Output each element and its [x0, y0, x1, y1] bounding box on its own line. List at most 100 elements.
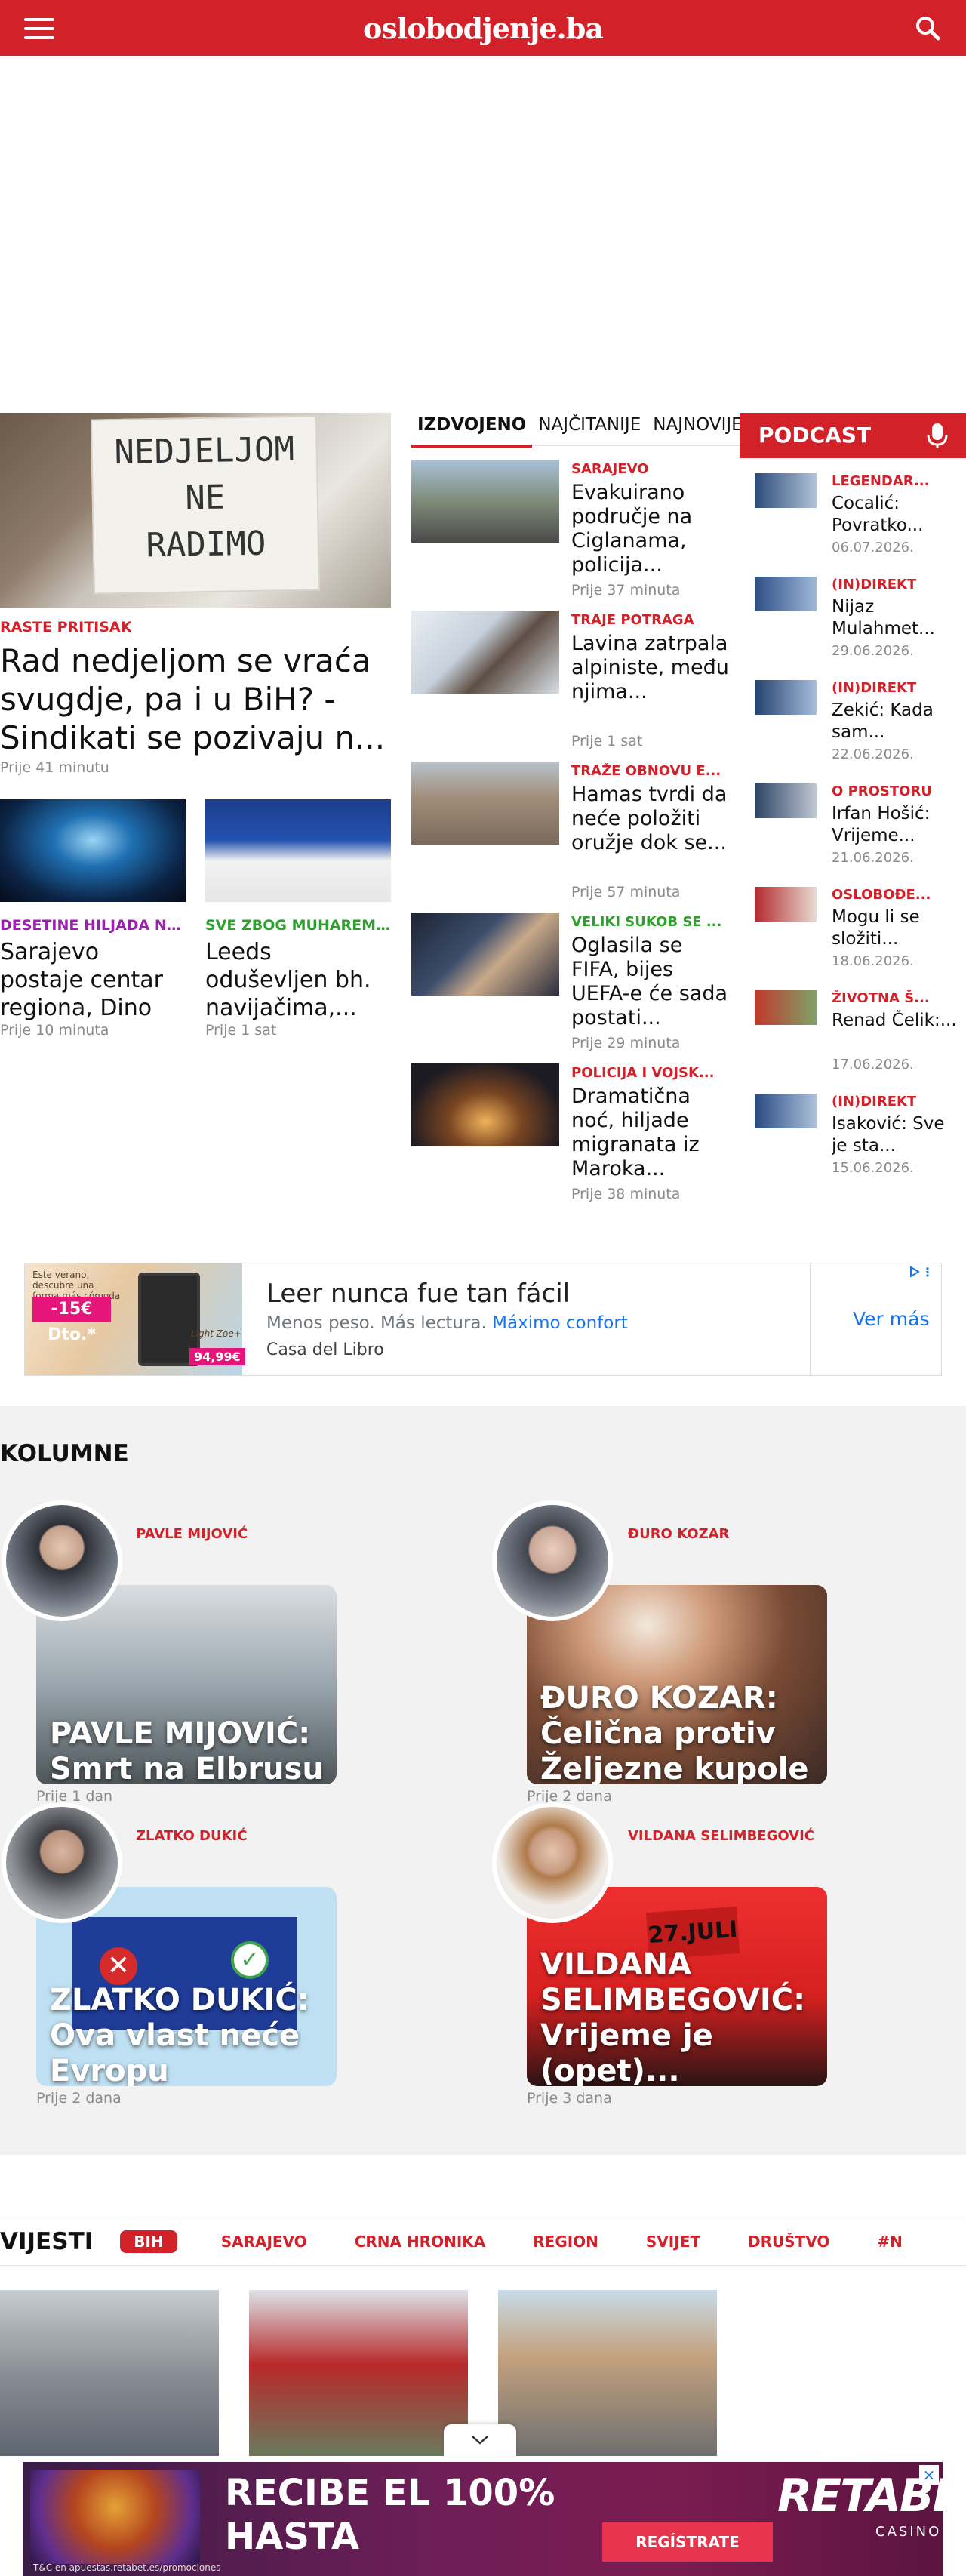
- featured-item[interactable]: SARAJEVO Evakuirano područje na Ciglanam…: [411, 460, 732, 611]
- lead-story-image[interactable]: NEDJELJOM NE RADIMO: [0, 413, 391, 608]
- ad-legal-text[interactable]: T&C en apuestas.retabet.es/promociones: [33, 2562, 221, 2573]
- ad-cta-button[interactable]: Ver más ›: [810, 1263, 941, 1442]
- small-card-image[interactable]: [205, 799, 391, 902]
- category-svijet[interactable]: SVIJET: [646, 2233, 700, 2251]
- column-author[interactable]: ZLATKO DUKIĆ: [136, 1828, 247, 1844]
- category-crna-hronika[interactable]: CRNA HRONIKA: [355, 2233, 486, 2251]
- tab-najcitanije[interactable]: NAJČITANIJE: [532, 413, 647, 448]
- podcast-kicker[interactable]: LEGENDAR...: [832, 473, 960, 489]
- podcast-title-item[interactable]: Irfan Hošić: Vrijeme...: [832, 803, 960, 847]
- tab-najnovije[interactable]: NAJNOVIJE: [647, 413, 740, 448]
- featured-title[interactable]: Hamas tvrdi da neće položiti oružje dok …: [571, 783, 730, 881]
- ad-image[interactable]: Este verano, descubre una forma más cómo…: [25, 1263, 245, 1375]
- category-sarajevo[interactable]: SARAJEVO: [221, 2233, 307, 2251]
- featured-thumb[interactable]: [411, 460, 559, 543]
- podcast-item[interactable]: O PROSTORU Irfan Hošić: Vrijeme... 21.06…: [740, 783, 966, 882]
- lead-kicker[interactable]: RASTE PRITISAK: [0, 619, 131, 636]
- ad-banner-casadellibro[interactable]: Este verano, descubre una forma más cómo…: [24, 1263, 942, 1442]
- podcast-item[interactable]: (IN)DIREKT Zekić: Kada sam... 22.06.2026…: [740, 680, 966, 778]
- small-card-kicker[interactable]: SVE ZBOG MUHAREMO...: [205, 917, 391, 934]
- podcast-thumb[interactable]: [755, 577, 817, 611]
- small-card-title[interactable]: Leeds oduševljen bh. navijačima,...: [205, 938, 391, 1022]
- featured-thumb[interactable]: [411, 762, 559, 845]
- podcast-kicker[interactable]: O PROSTORU: [832, 783, 960, 799]
- author-avatar[interactable]: [2, 1500, 122, 1621]
- podcast-thumb[interactable]: [755, 680, 817, 715]
- podcast-kicker[interactable]: (IN)DIREKT: [832, 577, 960, 592]
- podcast-kicker[interactable]: (IN)DIREKT: [832, 1094, 960, 1109]
- featured-kicker[interactable]: TRAJE POTRAGA: [571, 612, 730, 628]
- podcast-kicker[interactable]: (IN)DIREKT: [832, 680, 960, 696]
- news-image[interactable]: [0, 2290, 219, 2456]
- podcast-header[interactable]: PODCAST: [740, 413, 966, 458]
- podcast-title-item[interactable]: Isaković: Sve je sta...: [832, 1113, 960, 1157]
- featured-title[interactable]: Evakuirano područje na Ciglanama, polici…: [571, 481, 730, 579]
- category-region[interactable]: REGION: [533, 2233, 598, 2251]
- featured-title[interactable]: Lavina zatrpala alpiniste, među njima...: [571, 632, 730, 730]
- author-avatar[interactable]: [492, 1802, 613, 1923]
- register-button[interactable]: REGÍSTRATE: [602, 2522, 773, 2562]
- search-icon[interactable]: [913, 14, 942, 42]
- featured-item[interactable]: TRAŽE OBNOVU E... Hamas tvrdi da neće po…: [411, 762, 732, 913]
- column-caption[interactable]: ZLATKO DUKIĆ: Ova vlast neće Evropu: [50, 1983, 328, 2086]
- podcast-item[interactable]: OSLOBOĐE... Mogu li se složiti... 18.06.…: [740, 887, 966, 985]
- podcast-thumb[interactable]: [755, 887, 817, 922]
- small-card-kicker[interactable]: DESETINE HILJADA NA...: [0, 917, 186, 934]
- podcast-thumb[interactable]: [755, 990, 817, 1025]
- featured-kicker[interactable]: POLICIJA I VOJSK...: [571, 1065, 730, 1081]
- podcast-title-item[interactable]: Mogu li se složiti...: [832, 906, 960, 950]
- author-avatar[interactable]: [2, 1802, 122, 1923]
- podcast-kicker[interactable]: OSLOBOĐE...: [832, 887, 960, 903]
- featured-thumb[interactable]: [411, 913, 559, 996]
- small-card-title[interactable]: Sarajevo postaje centar regiona, Dino Me…: [0, 938, 186, 1022]
- column-caption[interactable]: PAVLE MIJOVIĆ: Smrt na Elbrusu: [50, 1716, 328, 1784]
- podcast-title-item[interactable]: Zekić: Kada sam...: [832, 700, 960, 743]
- news-image[interactable]: [249, 2290, 468, 2456]
- ad-banner-retabet[interactable]: RECIBE EL 100% HASTA REGÍSTRATE RETABET …: [23, 2462, 943, 2576]
- podcast-title-item[interactable]: Renad Čelik:...: [832, 1010, 960, 1054]
- ad-headline[interactable]: RECIBE EL 100% HASTA: [225, 2471, 555, 2559]
- column-author[interactable]: VILDANA SELIMBEGOVIĆ: [628, 1828, 814, 1844]
- adchoices-icon[interactable]: [909, 1266, 920, 1277]
- featured-thumb[interactable]: [411, 611, 559, 694]
- ad-options-icon[interactable]: ⋮: [921, 1265, 934, 1279]
- column-author[interactable]: ĐURO KOZAR: [628, 1526, 729, 1542]
- lead-title[interactable]: Rad nedjeljom se vraća svugdje, pa i u B…: [0, 642, 391, 757]
- category-drustvo[interactable]: DRUŠTVO: [748, 2233, 829, 2251]
- ad-headline[interactable]: Leer nunca fue tan fácil: [266, 1279, 570, 1309]
- podcast-title-item[interactable]: Cocalić: Povratko...: [832, 493, 960, 537]
- featured-item[interactable]: VELIKI SUKOB SE ... Oglasila se FIFA, bi…: [411, 913, 732, 1063]
- podcast-item[interactable]: ŽIVOTNA Š... Renad Čelik:... 17.06.2026.: [740, 990, 966, 1088]
- small-card-image[interactable]: [0, 799, 186, 902]
- column-author[interactable]: PAVLE MIJOVIĆ: [136, 1526, 248, 1542]
- podcast-title-item[interactable]: Nijaz Mulahmet...: [832, 596, 960, 640]
- news-image[interactable]: [498, 2290, 717, 2456]
- category-bih[interactable]: BIH: [120, 2230, 177, 2253]
- featured-title[interactable]: Dramatična noć, hiljade migranata iz Mar…: [571, 1085, 730, 1183]
- tab-izdvojeno[interactable]: IZDVOJENO: [411, 413, 533, 448]
- featured-kicker[interactable]: SARAJEVO: [571, 461, 730, 477]
- featured-item[interactable]: TRAJE POTRAGA Lavina zatrpala alpiniste,…: [411, 611, 732, 762]
- featured-item[interactable]: POLICIJA I VOJSK... Dramatična noć, hilj…: [411, 1063, 732, 1214]
- podcast-item[interactable]: (IN)DIREKT Nijaz Mulahmet... 29.06.2026.: [740, 577, 966, 675]
- featured-kicker[interactable]: VELIKI SUKOB SE ...: [571, 914, 730, 930]
- category-more[interactable]: #N: [877, 2233, 903, 2251]
- podcast-kicker[interactable]: ŽIVOTNA Š...: [832, 990, 960, 1006]
- podcast-item[interactable]: (IN)DIREKT Isaković: Sve je sta... 15.06…: [740, 1094, 966, 1192]
- close-icon[interactable]: ×: [919, 2465, 939, 2485]
- featured-kicker[interactable]: TRAŽE OBNOVU E...: [571, 763, 730, 779]
- menu-icon[interactable]: [24, 18, 54, 39]
- podcast-thumb[interactable]: [755, 473, 817, 508]
- column-caption[interactable]: VILDANA SELIMBEGOVIĆ: Vrijeme je (opet).…: [540, 1947, 818, 2086]
- podcast-thumb[interactable]: [755, 783, 817, 818]
- podcast-item[interactable]: LEGENDAR... Cocalić: Povratko... 06.07.2…: [740, 473, 966, 571]
- featured-thumb[interactable]: [411, 1063, 559, 1146]
- small-card[interactable]: DESETINE HILJADA NA... Sarajevo postaje …: [0, 799, 186, 1039]
- author-avatar[interactable]: [492, 1500, 613, 1621]
- podcast-thumb[interactable]: [755, 1094, 817, 1128]
- small-card[interactable]: SVE ZBOG MUHAREMO... Leeds oduševljen bh…: [205, 799, 391, 1039]
- featured-title[interactable]: Oglasila se FIFA, bijes UEFA-e će sada p…: [571, 934, 730, 1032]
- scroll-down-button[interactable]: [444, 2424, 516, 2456]
- column-caption[interactable]: ĐURO KOZAR: Čelična protiv Željezne kupo…: [540, 1681, 818, 1784]
- site-logo[interactable]: oslobodjenje.ba: [363, 11, 604, 45]
